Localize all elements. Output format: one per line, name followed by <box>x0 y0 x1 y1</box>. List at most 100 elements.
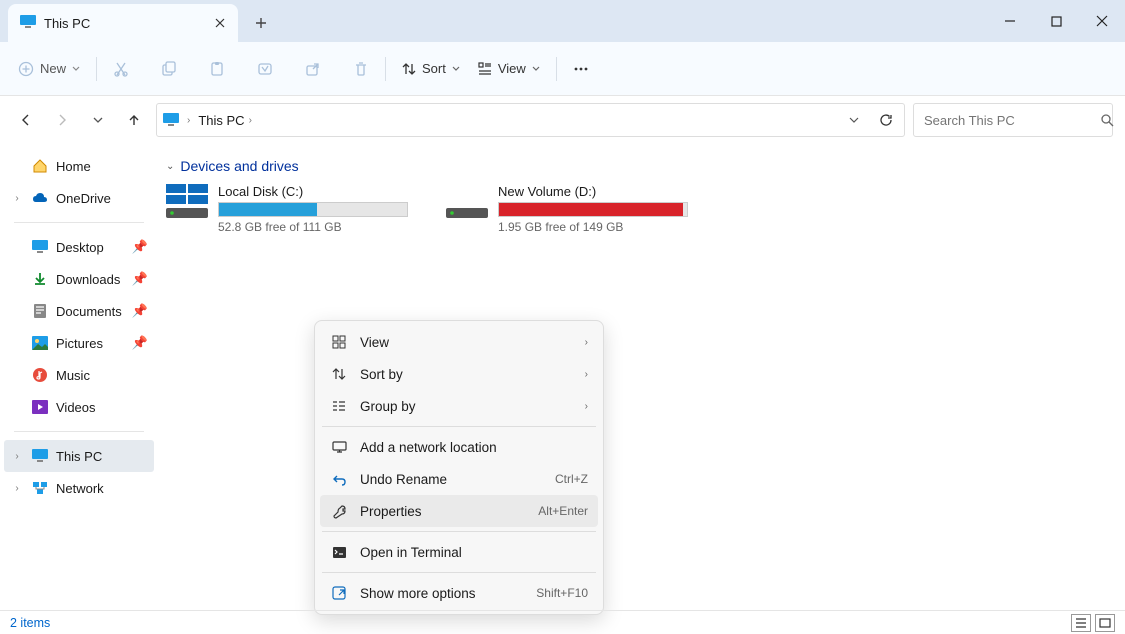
close-tab-button[interactable] <box>210 13 230 33</box>
sidebar-item-label: Network <box>56 481 104 496</box>
drive-icon <box>446 184 488 220</box>
tiles-view-button[interactable] <box>1095 614 1115 632</box>
sidebar: Home › OneDrive Desktop 📌 Downloads 📌 Do… <box>0 144 158 610</box>
group-icon <box>330 397 348 415</box>
sidebar-item-network[interactable]: › Network <box>4 472 154 504</box>
titlebar: This PC <box>0 0 1125 42</box>
address-bar[interactable]: › This PC › <box>156 103 905 137</box>
sidebar-item-desktop[interactable]: Desktop 📌 <box>4 231 154 263</box>
forward-button[interactable] <box>48 106 76 134</box>
drive-name: New Volume (D:) <box>498 184 688 199</box>
chevron-right-icon: › <box>585 337 588 348</box>
tab-thispc[interactable]: This PC <box>8 4 238 42</box>
new-button[interactable]: New <box>10 51 88 87</box>
music-icon <box>32 367 48 383</box>
rename-button[interactable] <box>249 51 281 87</box>
recent-button[interactable] <box>84 106 112 134</box>
new-tab-button[interactable] <box>244 6 278 40</box>
sidebar-item-videos[interactable]: Videos <box>4 391 154 423</box>
chevron-right-icon: › <box>187 115 190 126</box>
pin-icon: 📌 <box>132 271 148 287</box>
close-window-button[interactable] <box>1079 0 1125 42</box>
ctx-shortcut: Ctrl+Z <box>555 472 588 486</box>
sidebar-item-label: Music <box>56 368 90 383</box>
delete-button[interactable] <box>345 51 377 87</box>
breadcrumb-location[interactable]: This PC <box>198 113 244 128</box>
chevron-right-icon[interactable]: › <box>10 451 24 462</box>
separator <box>322 531 596 532</box>
drive-item[interactable]: Local Disk (C:) 52.8 GB free of 111 GB <box>166 184 416 234</box>
drive-name: Local Disk (C:) <box>218 184 408 199</box>
ctx-groupby[interactable]: Group by › <box>320 390 598 422</box>
share-button[interactable] <box>297 51 329 87</box>
more-options-icon <box>330 584 348 602</box>
sort-icon <box>330 365 348 383</box>
address-dropdown-button[interactable] <box>842 116 866 124</box>
up-button[interactable] <box>120 106 148 134</box>
ctx-open-terminal[interactable]: Open in Terminal <box>320 536 598 568</box>
chevron-right-icon[interactable]: › <box>10 483 24 494</box>
copy-button[interactable] <box>153 51 185 87</box>
sidebar-item-music[interactable]: Music <box>4 359 154 391</box>
videos-icon <box>32 399 48 415</box>
sidebar-item-documents[interactable]: Documents 📌 <box>4 295 154 327</box>
sidebar-item-downloads[interactable]: Downloads 📌 <box>4 263 154 295</box>
sidebar-item-label: Downloads <box>56 272 120 287</box>
desktop-icon <box>32 239 48 255</box>
back-button[interactable] <box>12 106 40 134</box>
sidebar-item-thispc[interactable]: › This PC <box>4 440 154 472</box>
minimize-button[interactable] <box>987 0 1033 42</box>
drive-usage-bar <box>498 202 688 217</box>
group-header-devices[interactable]: ⌄ Devices and drives <box>166 158 1117 174</box>
ctx-sortby[interactable]: Sort by › <box>320 358 598 390</box>
window-controls <box>987 0 1125 42</box>
cut-button[interactable] <box>105 51 137 87</box>
ctx-view[interactable]: View › <box>320 326 598 358</box>
sort-label: Sort <box>422 61 446 76</box>
separator <box>322 572 596 573</box>
maximize-button[interactable] <box>1033 0 1079 42</box>
sidebar-item-onedrive[interactable]: › OneDrive <box>4 182 154 214</box>
chevron-right-icon[interactable]: › <box>10 193 24 204</box>
pictures-icon <box>32 335 48 351</box>
group-header-label: Devices and drives <box>180 158 298 174</box>
pin-icon: 📌 <box>132 335 148 351</box>
drive-item[interactable]: New Volume (D:) 1.95 GB free of 149 GB <box>446 184 696 234</box>
paste-button[interactable] <box>201 51 233 87</box>
search-icon <box>1100 113 1114 127</box>
refresh-button[interactable] <box>874 113 898 127</box>
more-button[interactable] <box>565 51 597 87</box>
view-button[interactable]: View <box>470 51 548 87</box>
breadcrumb[interactable]: This PC › <box>198 113 834 128</box>
sort-button[interactable]: Sort <box>394 51 468 87</box>
separator <box>556 57 557 81</box>
cloud-icon <box>32 190 48 206</box>
ctx-add-network[interactable]: Add a network location <box>320 431 598 463</box>
drive-free-text: 1.95 GB free of 149 GB <box>498 220 688 234</box>
content-area[interactable]: ⌄ Devices and drives Local Disk (C:) 52.8… <box>158 144 1125 610</box>
ctx-undo[interactable]: Undo Rename Ctrl+Z <box>320 463 598 495</box>
ctx-shortcut: Alt+Enter <box>538 504 588 518</box>
chevron-down-icon: ⌄ <box>166 161 174 172</box>
tab-title: This PC <box>44 16 90 31</box>
chevron-right-icon: › <box>585 401 588 412</box>
home-icon <box>32 158 48 174</box>
search-input[interactable] <box>924 113 1100 128</box>
sidebar-item-home[interactable]: Home <box>4 150 154 182</box>
drive-free-text: 52.8 GB free of 111 GB <box>218 220 408 234</box>
monitor-icon <box>163 113 179 127</box>
ctx-show-more[interactable]: Show more options Shift+F10 <box>320 577 598 609</box>
ctx-label: Sort by <box>360 367 573 382</box>
separator <box>385 57 386 81</box>
chevron-right-icon: › <box>585 369 588 380</box>
sidebar-item-pictures[interactable]: Pictures 📌 <box>4 327 154 359</box>
drive-usage-bar <box>218 202 408 217</box>
drive-icon <box>166 184 208 220</box>
pin-icon: 📌 <box>132 303 148 319</box>
details-view-button[interactable] <box>1071 614 1091 632</box>
chevron-right-icon: › <box>249 115 252 126</box>
new-label: New <box>40 61 66 76</box>
search-box[interactable] <box>913 103 1113 137</box>
download-icon <box>32 271 48 287</box>
ctx-properties[interactable]: Properties Alt+Enter <box>320 495 598 527</box>
